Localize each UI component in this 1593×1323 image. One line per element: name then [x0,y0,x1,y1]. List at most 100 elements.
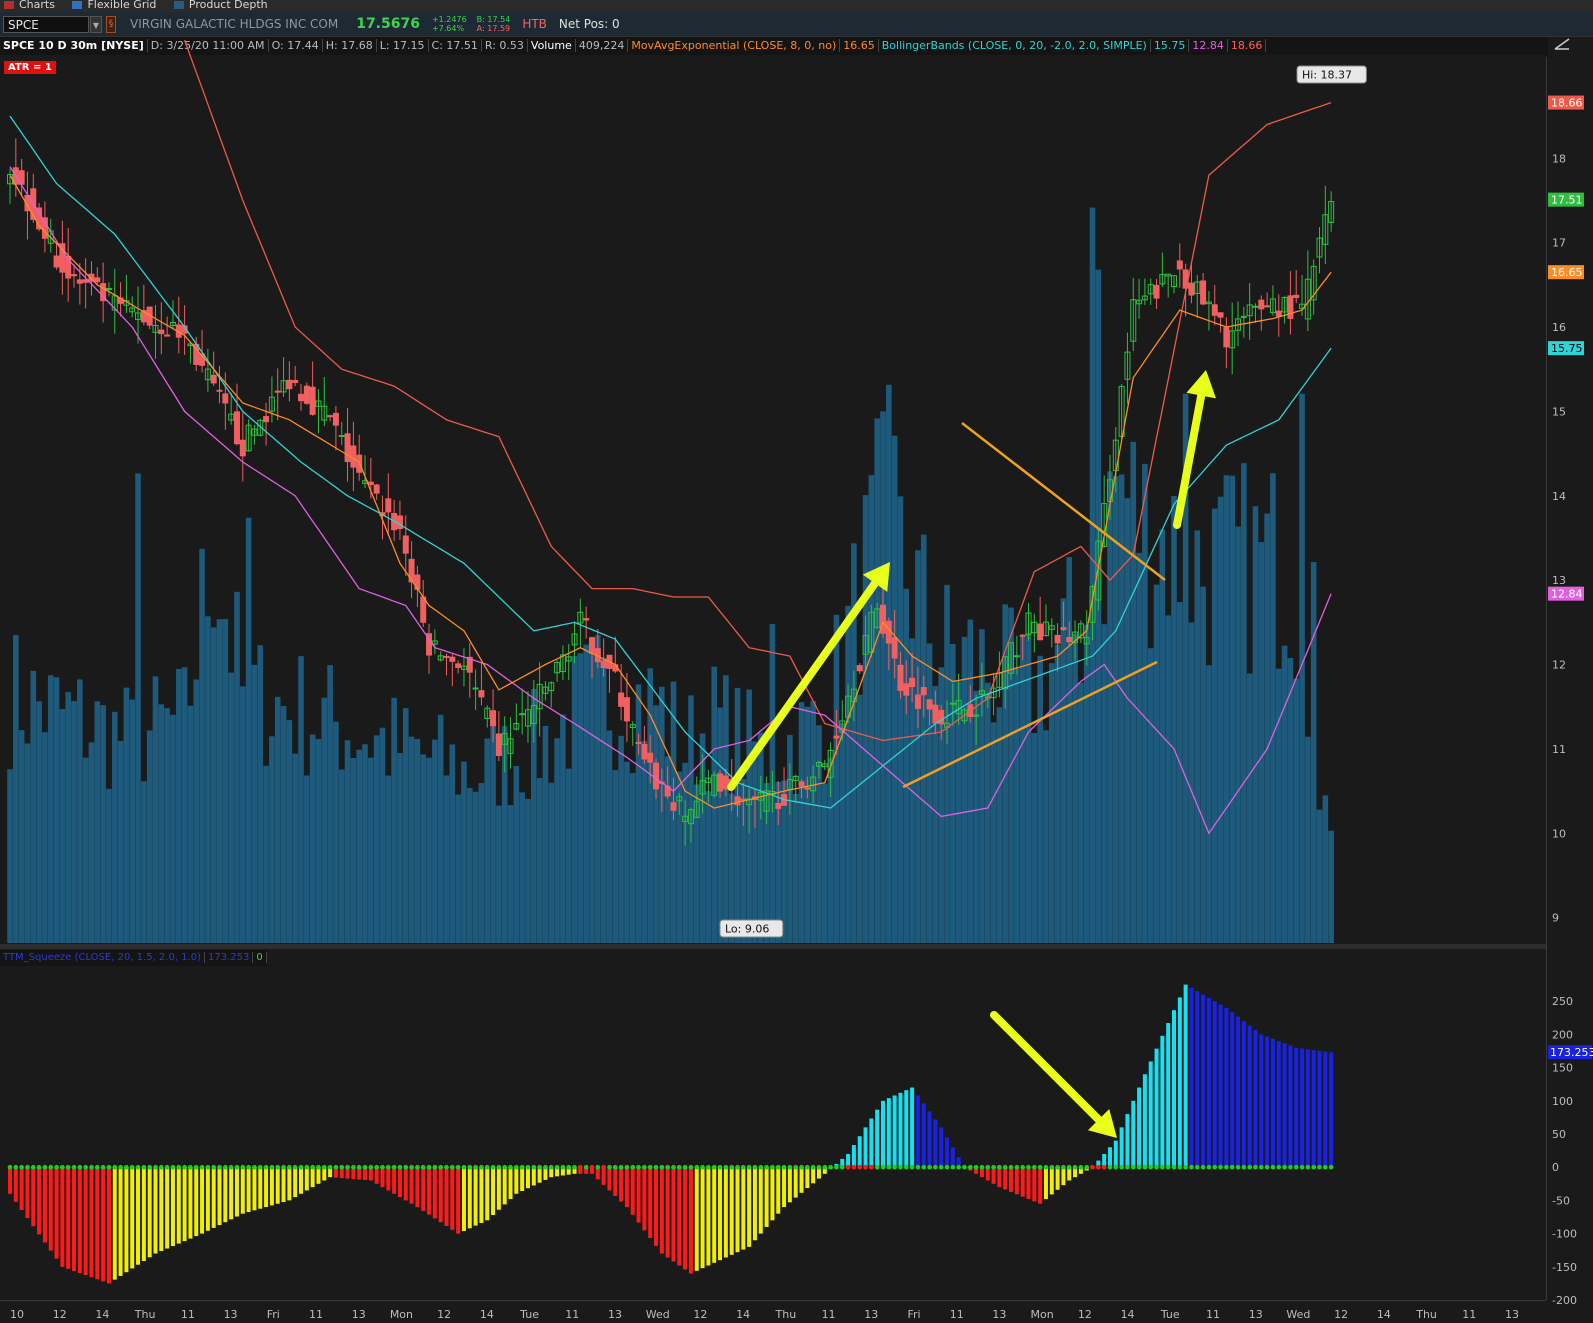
squeeze-bar [89,1167,94,1278]
squeeze-bar [758,1167,763,1234]
squeeze-bar [229,1167,234,1220]
squeeze-dot [1119,1164,1124,1170]
candle-body [670,802,677,811]
squeeze-dot [607,1164,612,1170]
squeeze-bar [77,1167,82,1274]
squeeze-dot [700,1164,705,1170]
squeeze-bar [101,1167,106,1282]
squeeze-dot [1084,1164,1089,1170]
squeeze-bar [438,1167,443,1223]
volume-bar [164,708,170,943]
squeeze-dot [1177,1164,1183,1170]
squeeze-bar [54,1167,59,1259]
candle-body [600,660,607,668]
squeeze-bar [782,1167,787,1208]
squeeze-bar [1288,1045,1293,1168]
volume-bar [152,676,159,943]
squeeze-dot [246,1164,251,1170]
time-tick-label: 13 [864,1308,878,1321]
volume-bar [496,805,502,943]
squeeze-dot [455,1164,461,1170]
squeeze-dot [403,1164,409,1170]
squeeze-bar [136,1167,141,1265]
squeeze-dot [1154,1164,1159,1170]
squeeze-dot [985,1164,991,1170]
squeeze-dot [490,1164,496,1170]
volume-bar [1177,602,1183,943]
candle-body [1217,312,1224,318]
price-badge-bb-mid: 15.75 [1551,342,1583,355]
candle-body [309,386,316,415]
candle-body [1153,284,1160,299]
volume-bar [507,805,514,943]
squeeze-bar [1300,1048,1305,1168]
squeeze-bar [630,1167,635,1215]
squeeze-dot [188,1164,193,1170]
squeeze-dot [595,1164,601,1170]
squeeze-dot [787,1164,793,1170]
squeeze-dot [1218,1164,1223,1170]
squeeze-dot [205,1164,211,1170]
time-tick-label: Tue [519,1308,539,1321]
candle-body [1252,305,1259,308]
squeeze-dot [723,1164,729,1170]
squeeze-dot [886,1164,892,1170]
squeeze-bar [851,1145,856,1168]
time-tick-label: Thu [1415,1308,1437,1321]
squeeze-bar [1160,1035,1165,1168]
squeeze-dot [95,1164,100,1170]
squeeze-dot [1288,1164,1293,1170]
squeeze-tick-label: 50 [1552,1128,1566,1141]
squeeze-dot [694,1164,700,1170]
squeeze-bar [1276,1041,1281,1168]
volume-bar [1241,463,1247,943]
volume-bar [996,707,1003,943]
volume-bar [1101,624,1107,943]
squeeze-dot [217,1164,222,1170]
price-chart[interactable]: Hi: 18.37 Lo: 9.06 9 10 11 12 13 14 15 16 17 18 18.6… [0,0,1593,1323]
squeeze-dot [1032,1164,1037,1170]
squeeze-dot [665,1164,670,1170]
volume-bar [595,635,601,943]
squeeze-bar [147,1167,152,1258]
squeeze-bar [1259,1034,1264,1168]
squeeze-dot [397,1164,403,1170]
volume-bar [897,496,904,943]
squeeze-bar [904,1090,909,1168]
squeeze-dot [653,1164,659,1170]
squeeze-dot [764,1164,769,1170]
squeeze-dot [828,1164,833,1170]
volume-bar [408,736,415,943]
candle-body [1176,260,1183,270]
squeeze-bar [1142,1074,1147,1168]
volume-bar [449,744,456,943]
volume-bar [146,730,153,943]
candle-body [420,596,427,623]
squeeze-dot [770,1164,775,1170]
volume-bar [141,781,147,943]
candle-body [158,329,165,335]
squeeze-dot [991,1164,996,1170]
volume-bar [397,753,403,943]
squeeze-dot [461,1164,467,1170]
squeeze-bar [752,1167,757,1241]
volume-bar [402,708,409,943]
squeeze-bar [48,1167,53,1251]
squeeze-bar [194,1167,199,1237]
squeeze-dot [1224,1164,1229,1170]
squeeze-bar [299,1167,303,1194]
ttm-squeeze-label[interactable]: TTM_Squeeze (CLOSE, 20, 1.5, 2.0, 1.0) [0,952,205,963]
squeeze-dot [956,1164,961,1170]
squeeze-bar [1329,1052,1334,1168]
squeeze-dot [176,1164,182,1170]
candle-body [332,412,339,426]
lo-label: Lo: 9.06 [725,923,769,936]
volume-bar [36,701,42,943]
squeeze-bar [1201,994,1206,1168]
volume-bar [1223,475,1230,943]
squeeze-bar [1119,1127,1124,1168]
squeeze-bar [223,1167,228,1223]
squeeze-bar [659,1167,664,1254]
squeeze-bar [287,1167,292,1201]
squeeze-bar [31,1167,36,1227]
